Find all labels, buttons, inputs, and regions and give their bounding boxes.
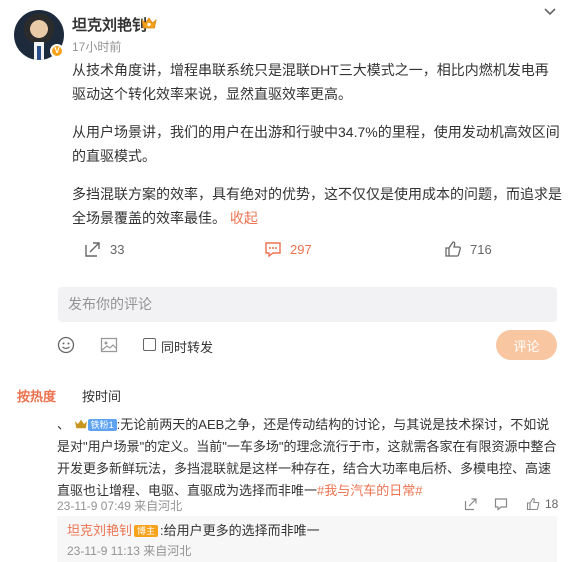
share-icon[interactable]: [464, 497, 478, 511]
emoji-icon[interactable]: [57, 336, 75, 354]
repost-checkbox[interactable]: [143, 338, 156, 351]
author-name[interactable]: 坦克刘艳钊: [72, 14, 147, 35]
post-body: 从技术角度讲，增程串联系统只是混联DHT三大模式之一，相比内燃机发电再驱动这个转…: [72, 58, 562, 244]
comment-icon[interactable]: [494, 497, 508, 511]
post-timestamp[interactable]: 17小时前: [72, 38, 121, 55]
repost-button[interactable]: 33: [84, 240, 124, 258]
submit-comment-button[interactable]: 评论: [496, 330, 557, 360]
like-button[interactable]: 716: [444, 240, 492, 258]
author-badge: 博主: [134, 525, 159, 537]
reply-text: :给用户更多的选择而非唯一: [160, 523, 320, 538]
fans-badge: 铁粉1: [87, 419, 117, 431]
image-icon[interactable]: [100, 336, 118, 354]
thumbs-up-icon[interactable]: [526, 497, 540, 511]
share-icon: [85, 242, 100, 257]
collapse-link[interactable]: 收起: [230, 210, 258, 226]
comment-like-count: 18: [545, 497, 559, 511]
tab-sort-hot[interactable]: 按热度: [17, 386, 56, 405]
comment-author[interactable]: 、: [57, 417, 70, 432]
crown-icon[interactable]: [141, 16, 157, 30]
repost-checkbox-label[interactable]: 同时转发: [161, 337, 213, 356]
post-paragraph: 从用户场景讲，我们的用户在出游和行驶中34.7%的里程，使用发动机高效区间的直驱…: [72, 124, 560, 164]
reply-meta: 23-11-9 11:13 来自河北: [67, 544, 192, 558]
comment-input[interactable]: 发布你的评论: [58, 287, 557, 322]
post-paragraph: 从技术角度讲，增程串联系统只是混联DHT三大模式之一，相比内燃机发电再驱动这个转…: [72, 62, 549, 102]
comment-button[interactable]: 297: [264, 240, 312, 258]
like-count: 716: [470, 241, 492, 257]
verified-badge-icon: V: [50, 44, 64, 58]
post-paragraph-text: 多挡混联方案的效率，具有绝对的优势，这不仅仅是使用成本的问题，而追求是全场景覆盖…: [72, 186, 562, 226]
reply-author[interactable]: 坦克刘艳钊: [67, 523, 132, 538]
comment-icon: [265, 242, 281, 258]
tab-sort-time[interactable]: 按时间: [82, 386, 121, 405]
chevron-down-icon[interactable]: [543, 7, 557, 17]
comment-text: :无论前两天的AEB之争，还是传动结构的讨论，与其说是技术探讨，不如说是对"用户…: [57, 417, 557, 498]
post-actions: 33 297 716: [0, 240, 574, 262]
repost-count: 33: [110, 241, 125, 257]
avatar-tie: [37, 46, 41, 60]
reply-line: 坦克刘艳钊 博主:给用户更多的选择而非唯一: [67, 520, 547, 541]
comment-item: 、 铁粉1:无论前两天的AEB之争，还是传动结构的讨论，与其说是技术探讨，不如说…: [57, 414, 557, 502]
crown-icon: [74, 419, 87, 429]
hashtag-link[interactable]: #我与汽车的日常#: [317, 483, 422, 498]
reply-item: 坦克刘艳钊 博主:给用户更多的选择而非唯一 23-11-9 11:13 来自河北: [57, 516, 557, 562]
thumbs-up-icon: [445, 241, 461, 257]
comment-count: 297: [290, 241, 312, 257]
post-paragraph-last: 多挡混联方案的效率，具有绝对的优势，这不仅仅是使用成本的问题，而追求是全场景覆盖…: [72, 182, 562, 230]
comment-meta: 23-11-9 07:49 来自河北: [57, 499, 183, 513]
